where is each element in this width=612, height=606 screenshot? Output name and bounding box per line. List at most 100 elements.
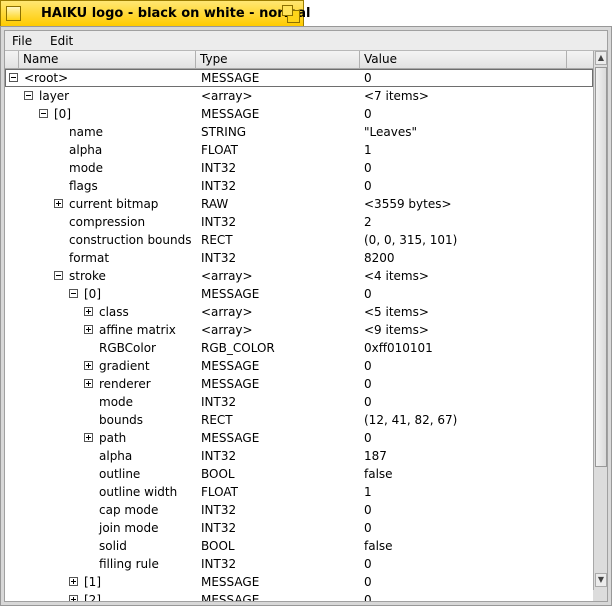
collapse-minus-icon[interactable] [39, 109, 48, 118]
tree-row[interactable]: <root> MESSAGE 0 [5, 69, 593, 87]
row-value: 0 [364, 179, 372, 193]
tree-row[interactable]: outline BOOL false [5, 465, 593, 483]
row-name: name [69, 125, 104, 139]
tree-row[interactable]: solid BOOL false [5, 537, 593, 555]
row-type: MESSAGE [201, 575, 260, 589]
tree-row[interactable]: [1] MESSAGE 0 [5, 573, 593, 591]
tree-row[interactable]: construction bounds RECT (0, 0, 315, 101) [5, 231, 593, 249]
expand-plus-icon[interactable] [54, 199, 63, 208]
row-name: current bitmap [69, 197, 159, 211]
row-value: 0 [364, 377, 372, 391]
row-value: 2 [364, 215, 372, 229]
row-type: INT32 [201, 179, 237, 193]
collapse-minus-icon[interactable] [9, 73, 18, 82]
header-name[interactable]: Name [19, 51, 196, 68]
expand-plus-icon[interactable] [84, 307, 93, 316]
tree-row[interactable]: affine matrix <array> <9 items> [5, 321, 593, 339]
tree-row[interactable]: join mode INT32 0 [5, 519, 593, 537]
scroll-down-arrow-icon[interactable]: ▼ [595, 573, 607, 587]
tree-row[interactable]: [2] MESSAGE 0 [5, 591, 593, 601]
scroll-up-arrow-icon[interactable]: ▲ [595, 51, 607, 65]
row-value: <3559 bytes> [364, 197, 452, 211]
row-name: join mode [99, 521, 159, 535]
tree-row[interactable]: mode INT32 0 [5, 393, 593, 411]
tree-row[interactable]: class <array> <5 items> [5, 303, 593, 321]
row-name: alpha [99, 449, 133, 463]
tree-row[interactable]: mode INT32 0 [5, 159, 593, 177]
row-value: <7 items> [364, 89, 429, 103]
vertical-scrollbar[interactable]: ▲ ▼ [593, 51, 607, 601]
row-type: MESSAGE [201, 71, 260, 85]
menu-edit[interactable]: Edit [50, 34, 73, 48]
row-type: RAW [201, 197, 229, 211]
row-value: 0 [364, 575, 372, 589]
row-type: MESSAGE [201, 593, 260, 601]
menu-file[interactable]: File [12, 34, 32, 48]
row-name: [0] [54, 107, 71, 121]
resize-corner[interactable] [593, 590, 607, 601]
tree-row[interactable]: [0] MESSAGE 0 [5, 285, 593, 303]
message-tree-view[interactable]: Name Type Value <root> MESSAGE 0 layer <arra… [5, 51, 593, 601]
tree-row[interactable]: stroke <array> <4 items> [5, 267, 593, 285]
row-value: (0, 0, 315, 101) [364, 233, 458, 247]
expand-plus-icon[interactable] [84, 361, 93, 370]
tree-row[interactable]: layer <array> <7 items> [5, 87, 593, 105]
zoom-icon-front [282, 5, 293, 16]
row-type: INT32 [201, 251, 237, 265]
row-type: INT32 [201, 449, 237, 463]
row-type: INT32 [201, 521, 237, 535]
tree-row[interactable]: flags INT32 0 [5, 177, 593, 195]
tree-row[interactable]: RGBColor RGB_COLOR 0xff010101 [5, 339, 593, 357]
row-name: layer [39, 89, 70, 103]
window-tab[interactable]: HAIKU logo - black on white - normal [0, 0, 310, 26]
row-name: mode [99, 395, 134, 409]
row-value: 0 [364, 359, 372, 373]
row-type: INT32 [201, 161, 237, 175]
row-value: 0 [364, 593, 372, 601]
row-value: 1 [364, 143, 372, 157]
row-name: [2] [84, 593, 101, 601]
collapse-minus-icon[interactable] [54, 271, 63, 280]
row-value: 0 [364, 557, 372, 571]
column-header: Name Type Value [5, 51, 593, 69]
collapse-minus-icon[interactable] [69, 289, 78, 298]
scrollbar-thumb[interactable] [595, 67, 607, 467]
tree-row[interactable]: name STRING "Leaves" [5, 123, 593, 141]
tree-row[interactable]: format INT32 8200 [5, 249, 593, 267]
expand-plus-icon[interactable] [84, 325, 93, 334]
tree-row[interactable]: current bitmap RAW <3559 bytes> [5, 195, 593, 213]
row-name: format [69, 251, 110, 265]
tree-row[interactable]: [0] MESSAGE 0 [5, 105, 593, 123]
row-name: outline width [99, 485, 178, 499]
row-type: INT32 [201, 395, 237, 409]
collapse-minus-icon[interactable] [24, 91, 33, 100]
header-value[interactable]: Value [360, 51, 567, 68]
tree-row[interactable]: bounds RECT (12, 41, 82, 67) [5, 411, 593, 429]
row-value: <4 items> [364, 269, 429, 283]
tree-row[interactable]: filling rule INT32 0 [5, 555, 593, 573]
row-name: <root> [24, 71, 69, 85]
row-type: <array> [201, 269, 253, 283]
tree-row[interactable]: renderer MESSAGE 0 [5, 375, 593, 393]
header-type[interactable]: Type [196, 51, 360, 68]
tree-row[interactable]: outline width FLOAT 1 [5, 483, 593, 501]
tree-row[interactable]: cap mode INT32 0 [5, 501, 593, 519]
row-name: stroke [69, 269, 106, 283]
row-value: <5 items> [364, 305, 429, 319]
tree-row[interactable]: path MESSAGE 0 [5, 429, 593, 447]
row-type: INT32 [201, 557, 237, 571]
tree-row[interactable]: alpha FLOAT 1 [5, 141, 593, 159]
expand-plus-icon[interactable] [69, 595, 78, 601]
close-button[interactable] [6, 6, 21, 21]
row-type: MESSAGE [201, 287, 260, 301]
expand-plus-icon[interactable] [84, 379, 93, 388]
row-type: MESSAGE [201, 359, 260, 373]
zoom-button[interactable] [282, 5, 300, 23]
row-type: RGB_COLOR [201, 341, 275, 355]
tree-row[interactable]: gradient MESSAGE 0 [5, 357, 593, 375]
tree-row[interactable]: compression INT32 2 [5, 213, 593, 231]
row-type: <array> [201, 323, 253, 337]
expand-plus-icon[interactable] [84, 433, 93, 442]
expand-plus-icon[interactable] [69, 577, 78, 586]
tree-row[interactable]: alpha INT32 187 [5, 447, 593, 465]
